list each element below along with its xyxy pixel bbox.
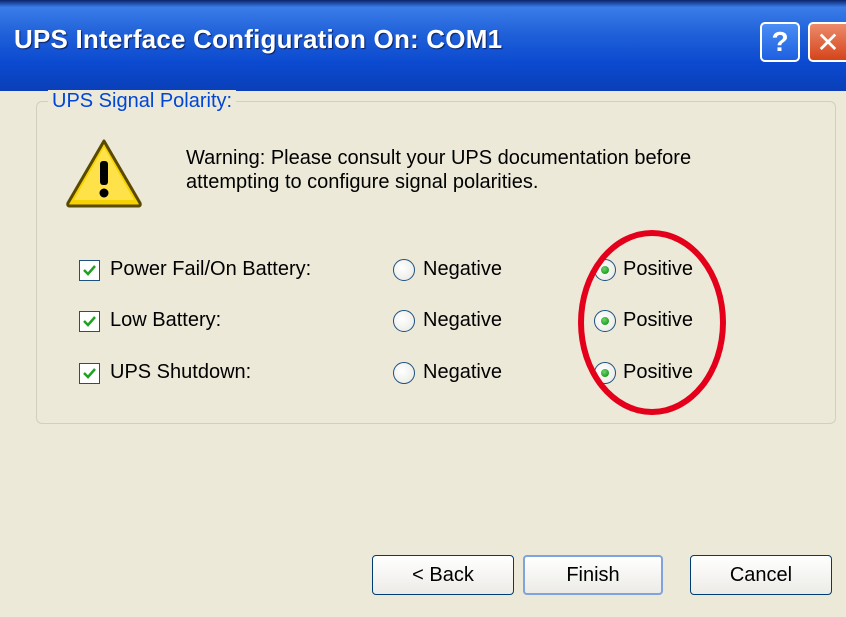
low-battery-positive-label: Positive	[623, 309, 694, 331]
window-title: UPS Interface Configuration On: COM1	[14, 24, 503, 54]
group-label: UPS Signal Polarity:	[48, 90, 237, 113]
power-fail-positive-label: Positive	[623, 258, 694, 280]
power-fail-positive-radio[interactable]	[594, 259, 616, 281]
low-battery-negative-radio[interactable]	[393, 310, 415, 332]
radio-selected-dot	[601, 369, 609, 377]
warning-icon	[66, 139, 142, 208]
ups-shutdown-negative-radio[interactable]	[393, 362, 415, 384]
dialog-window: UPS Interface Configuration On: COM1 ? ✕…	[0, 0, 846, 617]
power-fail-checkbox[interactable]	[79, 260, 100, 281]
close-button[interactable]: ✕	[808, 22, 846, 62]
warning-line-2: attempting to configure signal polaritie…	[186, 171, 539, 193]
help-button[interactable]: ?	[760, 22, 800, 62]
low-battery-positive-radio[interactable]	[594, 310, 616, 332]
radio-selected-dot	[601, 317, 609, 325]
warning-message: Warning: Please consult your UPS documen…	[186, 146, 786, 194]
title-bar[interactable]: UPS Interface Configuration On: COM1 ? ✕	[0, 0, 846, 91]
warning-line-1: Warning: Please consult your UPS documen…	[186, 147, 692, 169]
radio-selected-dot	[601, 266, 609, 274]
ups-shutdown-negative-label: Negative	[423, 361, 502, 383]
low-battery-label: Low Battery:	[110, 309, 222, 331]
low-battery-checkbox[interactable]	[79, 311, 100, 332]
polarity-row-ups-shutdown: UPS Shutdown: Negative Positive	[0, 361, 846, 399]
power-fail-negative-radio[interactable]	[393, 259, 415, 281]
cancel-button[interactable]: Cancel	[690, 555, 832, 595]
ups-shutdown-positive-label: Positive	[623, 361, 694, 383]
ups-shutdown-positive-radio[interactable]	[594, 362, 616, 384]
polarity-row-power-fail: Power Fail/On Battery: Negative Positive	[0, 258, 846, 296]
ups-shutdown-checkbox[interactable]	[79, 363, 100, 384]
power-fail-label: Power Fail/On Battery:	[110, 258, 312, 280]
polarity-row-low-battery: Low Battery: Negative Positive	[0, 309, 846, 347]
ups-shutdown-label: UPS Shutdown:	[110, 361, 252, 383]
finish-button[interactable]: Finish	[523, 555, 663, 595]
back-button[interactable]: < Back	[372, 555, 514, 595]
low-battery-negative-label: Negative	[423, 309, 502, 331]
power-fail-negative-label: Negative	[423, 258, 502, 280]
